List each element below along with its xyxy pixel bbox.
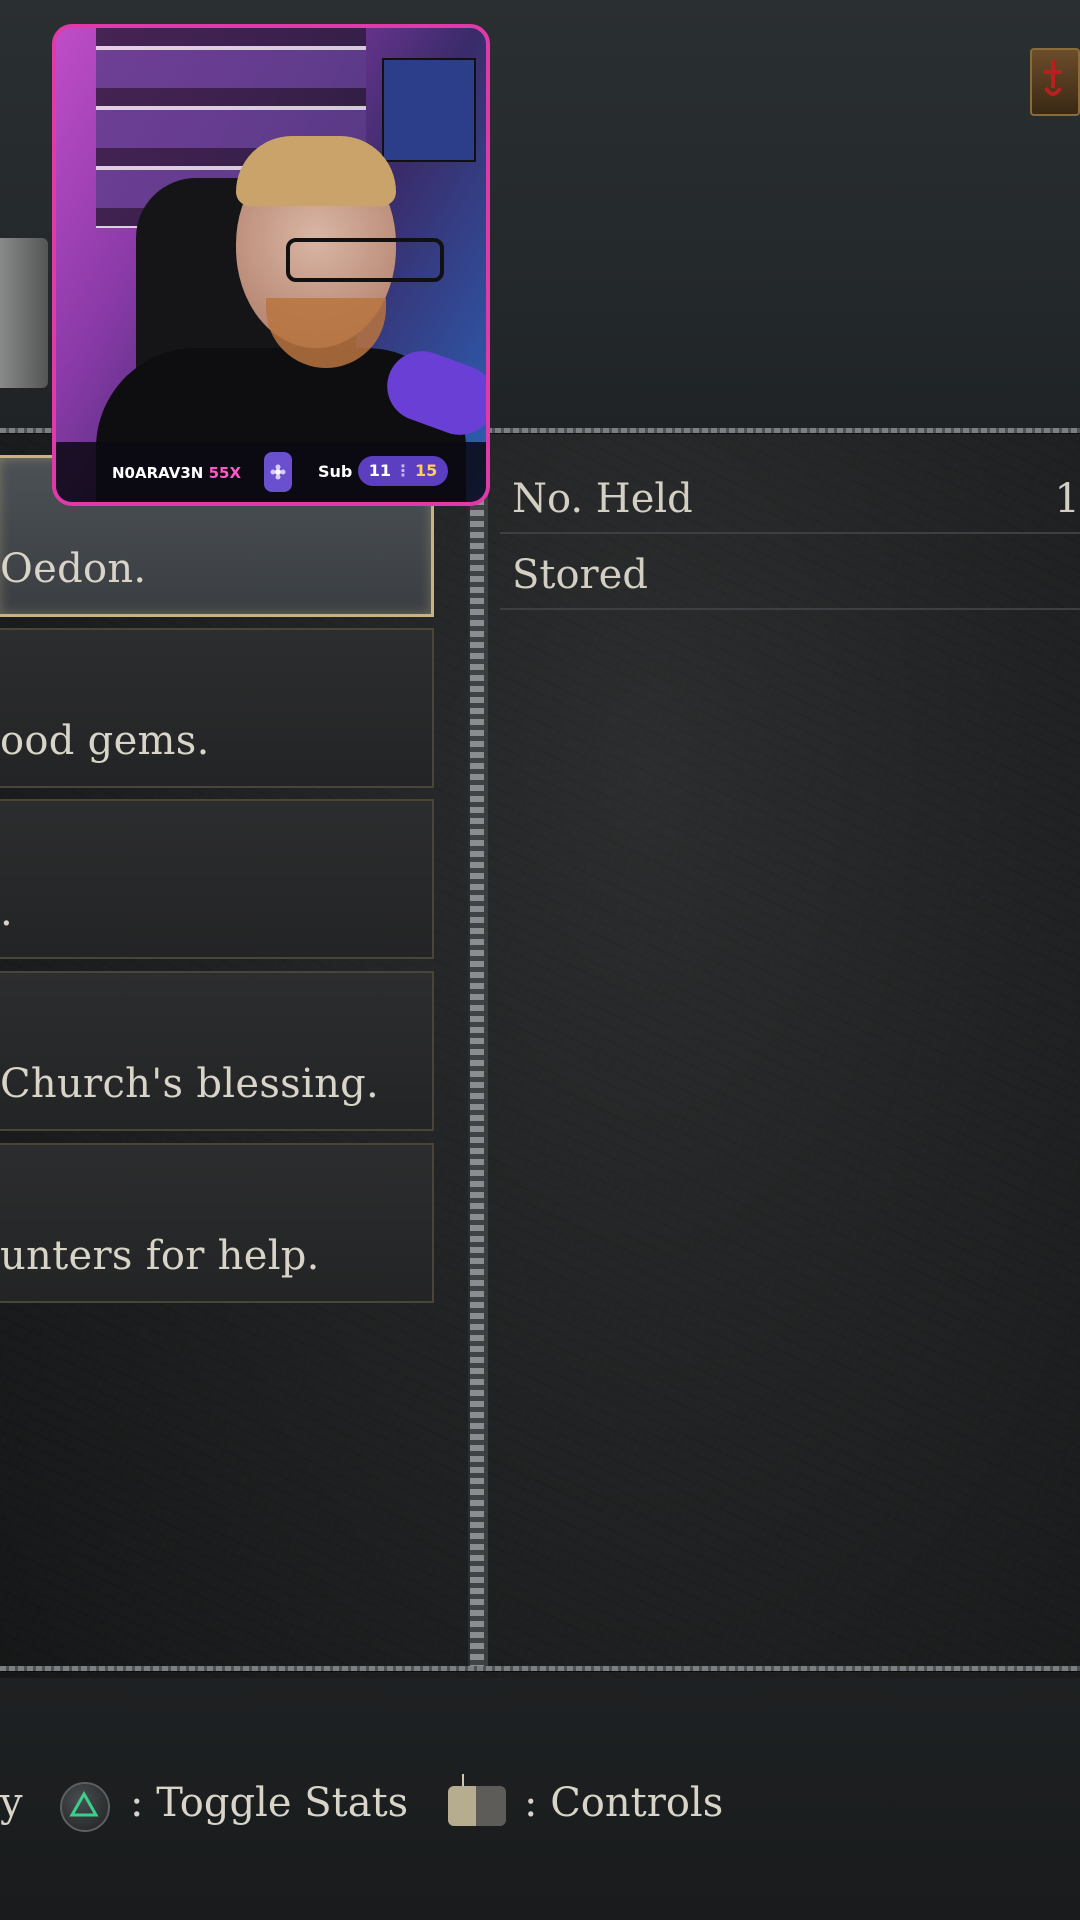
stat-label: Stored	[512, 552, 648, 598]
bottom-divider	[0, 1666, 1080, 1671]
column-divider-inner	[484, 433, 488, 1666]
list-item-text: ood gems.	[0, 718, 210, 764]
stat-row-held: No. Held 1	[500, 458, 1080, 534]
covenant-icon	[1030, 48, 1080, 116]
streamer-name-text: N0ARAV3N	[112, 464, 204, 482]
stat-value: 1	[1054, 476, 1080, 522]
list-item-text: unters for help.	[0, 1233, 320, 1279]
glasses	[286, 238, 444, 282]
sub-count-pill: 11 ⋮ 15	[358, 456, 448, 486]
list-item[interactable]: Church's blessing.	[0, 971, 434, 1131]
list-item[interactable]: unters for help.	[0, 1143, 434, 1303]
hint-partial: y	[0, 1780, 23, 1826]
count-a: 11	[368, 461, 391, 480]
item-icon	[0, 238, 48, 388]
stat-row-stored: Stored	[500, 534, 1080, 610]
sub-label: Sub	[318, 462, 353, 481]
streamer-name: N0ARAV3N 55X	[112, 464, 241, 482]
streamer-name-highlight: 55X	[208, 464, 242, 482]
controls-hint[interactable]: : Controls	[524, 1780, 723, 1826]
list-item-text: Oedon.	[0, 546, 147, 592]
streamer-hair	[236, 136, 396, 206]
list-item[interactable]: .	[0, 799, 434, 959]
webcam-info-bar: N0ARAV3N 55X Sub 11 ⋮ 15	[56, 442, 486, 502]
toggle-stats-hint[interactable]: : Toggle Stats	[130, 1780, 408, 1826]
list-item-text: .	[0, 889, 14, 935]
stat-label: No. Held	[512, 476, 693, 522]
flower-icon	[264, 452, 292, 492]
list-item-text: Church's blessing.	[0, 1061, 380, 1107]
triangle-button-icon	[60, 1782, 110, 1832]
poster	[382, 58, 476, 162]
webcam-overlay: N0ARAV3N 55X Sub 11 ⋮ 15	[52, 24, 490, 506]
count-b: 15	[415, 461, 438, 480]
list-item[interactable]: ood gems.	[0, 628, 434, 788]
touchpad-button-icon	[448, 1774, 506, 1826]
